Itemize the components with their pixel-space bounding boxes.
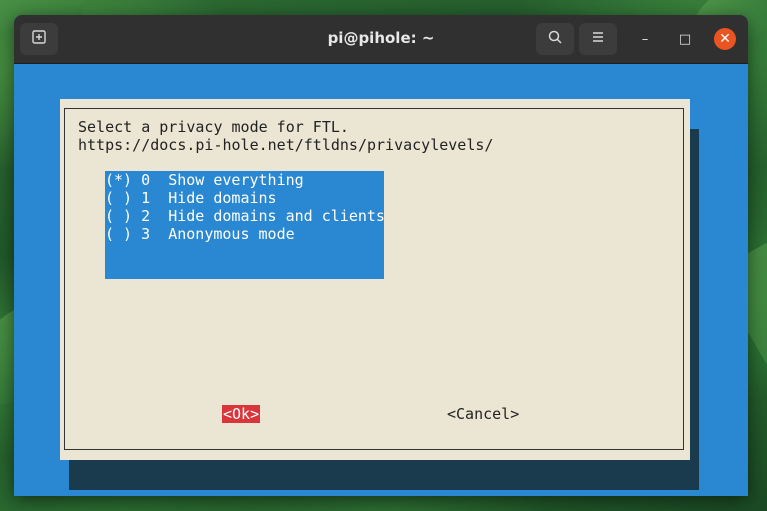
option-show-everything[interactable]: (*) 0 Show everything bbox=[105, 171, 304, 189]
option-value: 2 bbox=[141, 207, 151, 225]
radio-marker: (*) bbox=[105, 171, 133, 189]
option-value: 1 bbox=[141, 189, 151, 207]
radio-marker: ( ) bbox=[105, 225, 133, 243]
option-label: Anonymous mode bbox=[168, 225, 295, 243]
option-label: Hide domains bbox=[168, 189, 277, 207]
radio-marker: ( ) bbox=[105, 207, 133, 225]
terminal-area[interactable]: Select a privacy mode for FTL. https://d… bbox=[14, 64, 748, 496]
hamburger-menu-icon bbox=[591, 30, 605, 48]
search-button[interactable] bbox=[536, 23, 574, 55]
menu-button[interactable] bbox=[579, 23, 617, 55]
dialog-border bbox=[64, 108, 684, 450]
maximize-button[interactable]: □ bbox=[674, 28, 696, 50]
privacy-mode-dialog: Select a privacy mode for FTL. https://d… bbox=[60, 99, 690, 460]
prompt-line-1: Select a privacy mode for FTL. bbox=[78, 118, 349, 136]
terminal-window: pi@pihole: ~ – □ ✕ Select a privacy mode… bbox=[14, 15, 748, 496]
search-icon bbox=[547, 29, 563, 49]
prompt-line-2: https://docs.pi-hole.net/ftldns/privacyl… bbox=[78, 136, 494, 154]
title-bar: pi@pihole: ~ – □ ✕ bbox=[14, 15, 748, 64]
option-label: Show everything bbox=[168, 171, 304, 189]
option-hide-domains-and-clients[interactable]: ( ) 2 Hide domains and clients bbox=[105, 207, 385, 225]
radio-marker: ( ) bbox=[105, 189, 133, 207]
cancel-button[interactable]: <Cancel> bbox=[447, 405, 519, 423]
option-value: 3 bbox=[141, 225, 151, 243]
option-anonymous-mode[interactable]: ( ) 3 Anonymous mode bbox=[105, 225, 295, 243]
close-button[interactable]: ✕ bbox=[714, 28, 736, 50]
option-value: 0 bbox=[141, 171, 151, 189]
option-hide-domains[interactable]: ( ) 1 Hide domains bbox=[105, 189, 277, 207]
privacy-options-list: (*) 0 Show everything ( ) 1 Hide domains… bbox=[105, 171, 385, 279]
dialog-prompt: Select a privacy mode for FTL. https://d… bbox=[78, 118, 493, 154]
minimize-button[interactable]: – bbox=[634, 28, 656, 50]
option-label: Hide domains and clients bbox=[168, 207, 385, 225]
ok-button[interactable]: <Ok> bbox=[222, 405, 261, 423]
